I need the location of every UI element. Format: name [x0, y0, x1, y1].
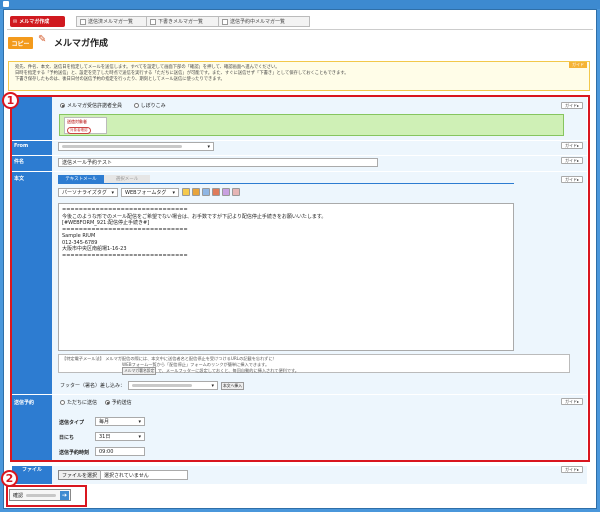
tab-draft-list[interactable]: 下書きメルマガ一覧 [146, 16, 220, 27]
schedule-icon [222, 18, 228, 25]
confirm-button[interactable]: 確認 ➔ [9, 489, 71, 501]
list-icon [80, 18, 86, 25]
create-label: メルマガ作成 [19, 19, 50, 25]
file-status: 選択されていません [100, 470, 188, 480]
page-title: メルマガ作成 [54, 39, 109, 49]
pencil-icon: ✎ [38, 34, 47, 45]
arrow-right-icon: ➔ [60, 491, 69, 500]
create-newsletter-button[interactable]: ✉ メルマガ作成 [10, 16, 65, 27]
notice-line: 下書き保存したものは、後日日付の送信予約の指定を行ったり、期刻としてメール送信に… [15, 77, 225, 82]
notice-box: ガイド 宛先、件名、本文、送信日を指定してメールを送信します。すべてを設定して画… [8, 61, 590, 91]
top-toolbar: ✉ メルマガ作成 送信済メルマガ一覧 下書きメルマガ一覧 送信予約中メルマガ一覧 [8, 16, 594, 28]
highlight-frame-1 [10, 95, 590, 462]
copy-badge: コピー [8, 37, 33, 49]
guide-button[interactable]: ガイド ▸ [561, 466, 583, 473]
notice-guide-badge[interactable]: ガイド [569, 62, 587, 68]
app-icon [3, 1, 9, 7]
file-label: ファイル [22, 467, 43, 473]
tab-scheduled-list[interactable]: 送信予約中メルマガ一覧 [218, 16, 310, 27]
file-row: ファイル ファイルを選択 選択されていません ガイド ▸ [12, 466, 587, 484]
marker-2: 2 [1, 470, 18, 487]
mail-icon: ✉ [13, 18, 18, 25]
toolbar-divider [7, 29, 593, 30]
draft-icon [150, 18, 156, 25]
window-titlebar [0, 0, 600, 9]
file-choose-button[interactable]: ファイルを選択 [58, 470, 102, 480]
marker-1: 1 [2, 92, 19, 109]
